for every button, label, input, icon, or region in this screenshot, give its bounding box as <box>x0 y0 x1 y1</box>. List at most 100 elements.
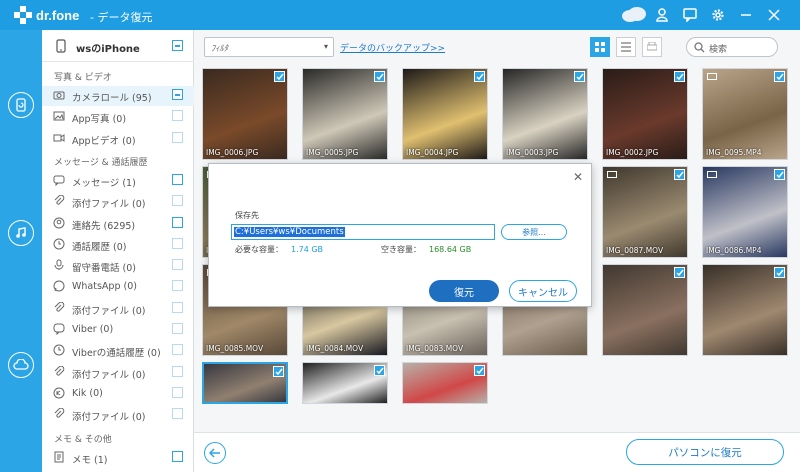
contact-icon <box>53 217 65 228</box>
sidebar-item-label: メモ (1) <box>72 454 108 466</box>
sidebar-item-label: 添付ファイル (0) <box>72 369 146 381</box>
filter-dropdown[interactable]: ﾌｨﾙﾀ ▾ <box>204 37 334 57</box>
backup-link[interactable]: データのバックアップ>> <box>340 41 445 54</box>
sidebar-item-checkbox[interactable] <box>172 323 183 334</box>
browse-button[interactable]: 参照... <box>501 224 567 240</box>
photo-filename: IMG_0004.JPG <box>406 148 459 157</box>
photo-checkbox[interactable] <box>574 71 585 82</box>
sidebar-item-checkbox[interactable] <box>172 237 183 249</box>
sidebar-item-checkbox[interactable] <box>172 110 183 122</box>
sidebar-item-checkbox[interactable] <box>172 259 183 271</box>
app-title: - データ復元 <box>90 11 153 24</box>
photo-thumbnail[interactable]: IMG_0004.JPG <box>402 68 488 160</box>
sidebar-item[interactable]: 連絡先 (6295) <box>42 214 194 234</box>
photo-checkbox[interactable] <box>274 71 285 82</box>
user-icon[interactable] <box>654 7 670 23</box>
sidebar-item-checkbox[interactable] <box>172 195 183 207</box>
back-button[interactable] <box>204 442 226 464</box>
photo-thumbnail[interactable]: IMG_0095.MP4 <box>702 68 788 160</box>
restore-button[interactable]: 復元 <box>429 280 499 302</box>
photo-filename: IMG_0002.JPG <box>606 148 659 157</box>
feedback-icon[interactable] <box>682 7 698 23</box>
dialog-close-icon[interactable]: ✕ <box>573 170 583 184</box>
sidebar-item[interactable]: メッセージ (1) <box>42 171 194 191</box>
photo-checkbox[interactable] <box>374 71 385 82</box>
sidebar-item[interactable]: Kik (0) <box>42 384 194 404</box>
sidebar-item-label: 添付ファイル (0) <box>72 199 146 211</box>
photo-checkbox[interactable] <box>674 71 685 82</box>
free-space-label: 空き容量： <box>381 245 421 254</box>
photo-checkbox[interactable] <box>674 267 685 278</box>
close-icon[interactable] <box>766 7 782 23</box>
photo-thumbnail[interactable] <box>302 362 388 404</box>
photo-checkbox[interactable] <box>474 365 485 376</box>
sidebar-item-checkbox[interactable] <box>172 131 183 143</box>
grid-view-icon[interactable] <box>590 37 610 57</box>
sidebar-item[interactable]: 添付ファイル (0) <box>42 405 194 425</box>
photo-checkbox[interactable] <box>774 267 785 278</box>
restore-to-computer-button[interactable]: パソコンに復元 <box>626 439 784 465</box>
save-path-value: C:¥Users¥ws¥Documents <box>234 227 345 237</box>
message-icon <box>53 175 65 186</box>
photo-thumbnail[interactable] <box>602 264 688 356</box>
photo-thumbnail[interactable]: IMG_0003.JPG <box>502 68 588 160</box>
clock-icon <box>53 344 65 356</box>
sidebar-item[interactable]: 留守番電話 (0) <box>42 256 194 276</box>
required-space: 必要な容量： 1.74 GB <box>235 244 323 255</box>
photo-filename: IMG_0085.MOV <box>206 344 264 353</box>
photo-checkbox[interactable] <box>774 71 785 82</box>
sidebar-item-checkbox[interactable] <box>172 301 183 313</box>
photo-thumbnail[interactable] <box>702 264 788 356</box>
sidebar-item-checkbox[interactable] <box>172 386 183 398</box>
sidebar-item-checkbox[interactable] <box>172 344 183 356</box>
sidebar-item-checkbox[interactable] <box>172 89 183 100</box>
photo-thumbnail[interactable] <box>202 362 288 404</box>
photo-checkbox[interactable] <box>674 169 685 180</box>
sidebar-item-checkbox[interactable] <box>172 173 183 185</box>
paperclip-icon <box>54 365 65 376</box>
sidebar-item[interactable]: Viberの通話履歴 (0) <box>42 341 194 361</box>
free-space-value: 168.64 GB <box>429 245 472 254</box>
photo-thumbnail[interactable] <box>402 362 488 404</box>
list-view-icon[interactable] <box>616 37 636 57</box>
photo-checkbox[interactable] <box>374 365 385 376</box>
icloud-recovery-icon[interactable] <box>8 352 34 378</box>
sidebar-item-checkbox[interactable] <box>172 365 183 377</box>
sidebar-item[interactable]: Viber (0) <box>42 320 194 340</box>
sidebar-item-checkbox[interactable] <box>172 280 183 292</box>
sidebar-item[interactable]: メモ (1) <box>42 448 194 468</box>
sidebar-item[interactable]: App写真 (0) <box>42 107 194 127</box>
minimize-icon[interactable] <box>738 7 754 23</box>
photo-thumbnail[interactable]: IMG_0087.MOV <box>602 166 688 258</box>
print-icon[interactable] <box>642 37 662 57</box>
save-path-input[interactable]: C:¥Users¥ws¥Documents <box>231 224 495 240</box>
photo-thumbnail[interactable]: IMG_0002.JPG <box>602 68 688 160</box>
sidebar-item[interactable]: Appビデオ (0) <box>42 129 194 149</box>
sidebar-item[interactable]: 添付ファイル (0) <box>42 363 194 383</box>
sidebar-item[interactable]: 添付ファイル (0) <box>42 299 194 319</box>
sidebar-item-checkbox[interactable] <box>172 216 183 228</box>
photo-thumbnail[interactable]: IMG_0006.JPG <box>202 68 288 160</box>
device-recovery-icon[interactable] <box>8 92 34 118</box>
device-select-all-checkbox[interactable] <box>172 40 183 51</box>
sidebar-item[interactable]: 通話履歴 (0) <box>42 235 194 255</box>
sidebar-item[interactable]: WhatsApp (0) <box>42 277 194 297</box>
sidebar-item[interactable]: 添付ファイル (0) <box>42 192 194 212</box>
photo-checkbox[interactable] <box>774 169 785 180</box>
search-input[interactable]: 検索 <box>686 37 778 57</box>
photo-thumbnail[interactable]: IMG_0086.MP4 <box>702 166 788 258</box>
gear-icon[interactable] <box>710 7 726 23</box>
free-space: 空き容量： 168.64 GB <box>381 244 471 255</box>
sidebar-item-checkbox[interactable] <box>172 450 183 462</box>
cancel-button[interactable]: キャンセル <box>509 280 577 302</box>
bottom-bar: パソコンに復元 <box>194 432 800 472</box>
photo-thumbnail[interactable]: IMG_0005.JPG <box>302 68 388 160</box>
app-logo-text: dr.fone <box>36 8 80 23</box>
photo-checkbox[interactable] <box>474 71 485 82</box>
device-name: wsのiPhone <box>76 44 140 55</box>
photo-checkbox[interactable] <box>273 366 284 377</box>
itunes-recovery-icon[interactable] <box>8 220 34 246</box>
sidebar-item-checkbox[interactable] <box>172 408 183 420</box>
required-space-label: 必要な容量： <box>235 245 283 254</box>
sidebar-item[interactable]: カメラロール (95) <box>42 86 194 106</box>
